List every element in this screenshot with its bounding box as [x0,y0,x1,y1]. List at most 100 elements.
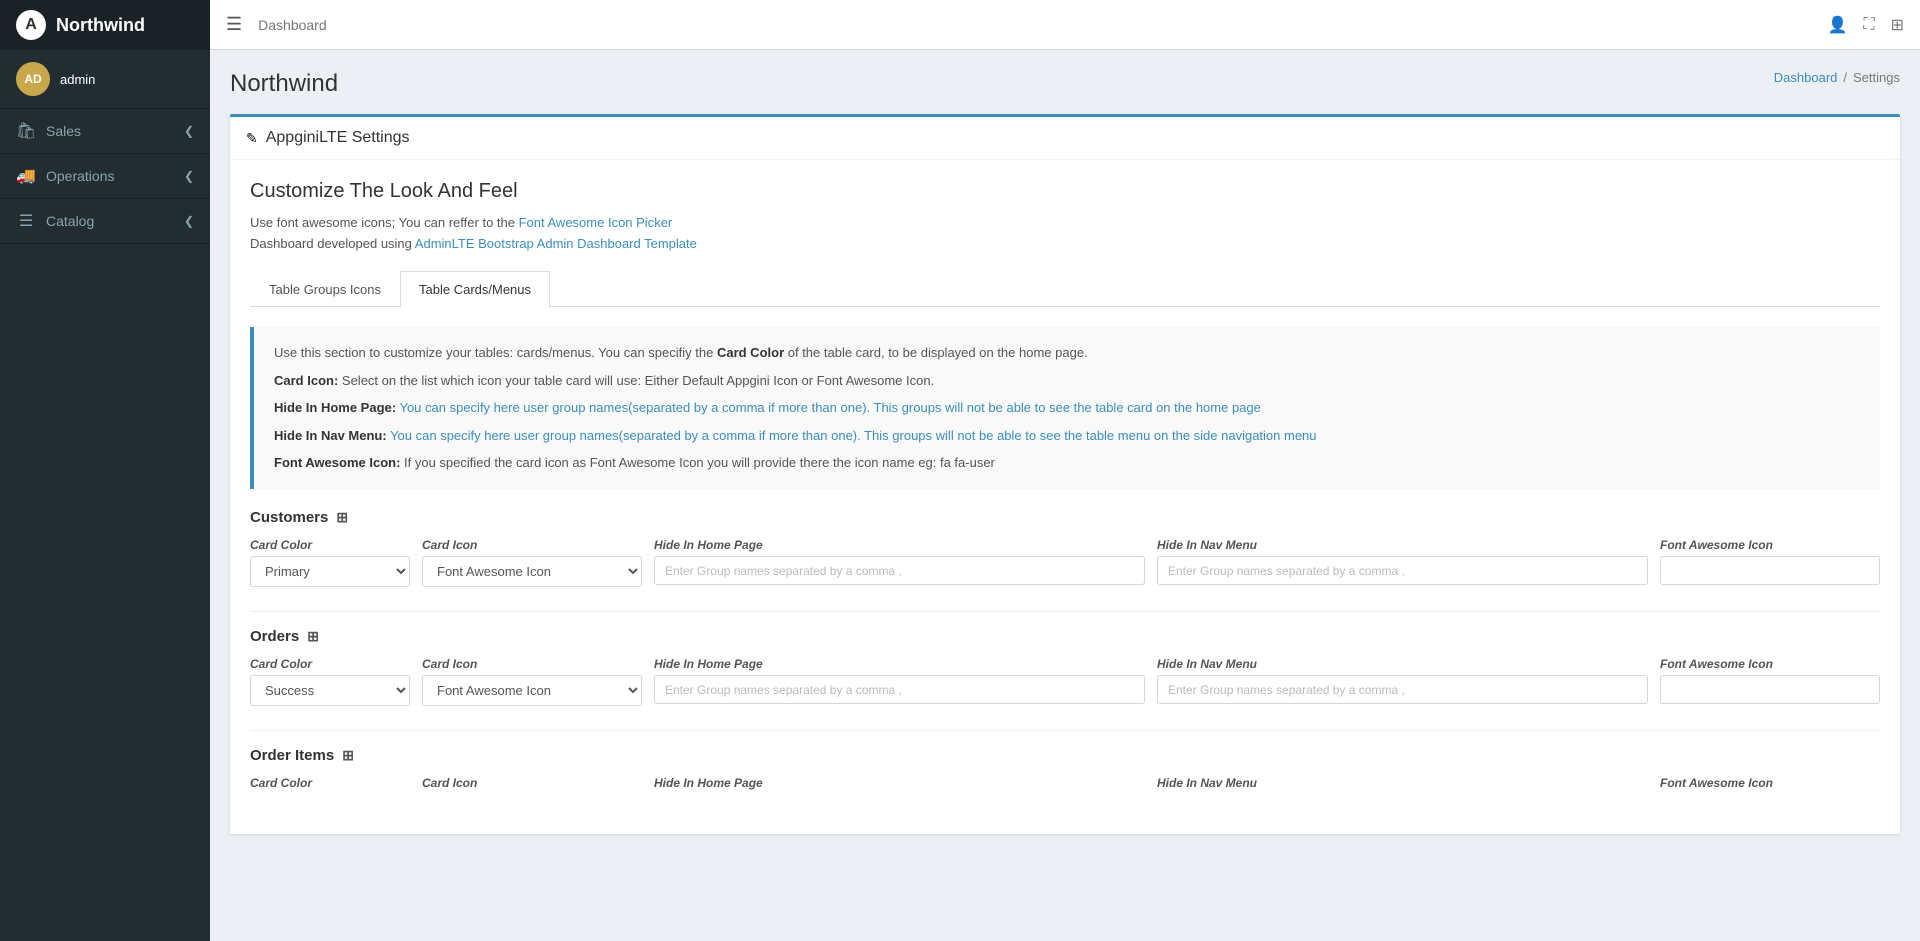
order-items-title: Order Items ⊞ [250,747,1880,764]
tabs: Table Groups Icons Table Cards/Menus [250,271,1880,307]
catalog-icon: ☰ [16,211,36,231]
main: ☰ Dashboard 👤 ⛶ ⊞ Northwind Dashboard / … [210,0,1920,941]
sidebar-item-sales[interactable]: 🛍 Sales ❮ [0,109,210,154]
info-line-2: Card Icon: Select on the list which icon… [274,371,1860,391]
content-area: Northwind Dashboard / Settings ✎ Appgini… [210,50,1920,941]
orders-hide-home-input[interactable] [654,675,1145,704]
desc-adminlte: Dashboard developed using AdminLTE Boots… [250,236,1880,251]
table-grid-icon: ⊞ [342,747,354,764]
sales-icon: 🛍 [16,121,36,141]
customers-form-row: Card Color Primary Success Warning Dange… [250,538,1880,587]
tab-table-groups-icons[interactable]: Table Groups Icons [250,271,400,307]
card-body: Customize The Look And Feel Use font awe… [230,160,1900,834]
orders-hide-nav-group: Hide In Nav Menu [1157,657,1648,704]
sidebar-item-operations[interactable]: 🚚 Operations ❮ [0,154,210,199]
info-line-5: Font Awesome Icon: If you specified the … [274,453,1860,473]
chevron-left-icon: ❮ [184,124,194,138]
desc-font-awesome: Use font awesome icons; You can reffer t… [250,215,1880,230]
hide-home-label: Hide In Home Page [654,657,1145,671]
card-icon-label: Card Icon [422,657,642,671]
breadcrumb-separator: / [1843,70,1847,85]
orders-section: Orders ⊞ Card Color Primary Success Warn… [250,628,1880,706]
orders-card-icon-select[interactable]: Font Awesome Icon Default Appgini Icon [422,675,642,706]
order-items-header-row: Card Color Card Icon Hide In Home Page H… [250,776,1880,790]
card-color-label: Card Color [250,657,410,671]
sidebar-item-label: Operations [46,168,114,184]
sidebar-item-label: Catalog [46,213,94,229]
hide-nav-label: Hide In Nav Menu [1157,657,1648,671]
info-line-1: Use this section to customize your table… [274,343,1860,363]
customers-card-color-group: Card Color Primary Success Warning Dange… [250,538,410,587]
app-logo: A [16,10,46,40]
page-title: Northwind [230,70,338,98]
hide-nav-label: Hide In Nav Menu [1157,538,1648,552]
username: admin [60,72,95,87]
card-icon-label: Card Icon [422,776,642,790]
customers-card-color-select[interactable]: Primary Success Warning Danger Info Defa… [250,556,410,587]
breadcrumb-home[interactable]: Dashboard [1774,70,1838,85]
orders-font-awesome-input[interactable]: fa fa-truck [1660,675,1880,704]
customers-font-awesome-input[interactable]: fa fa-users [1660,556,1880,585]
card-color-label: Card Color [250,538,410,552]
orders-font-awesome-group: Font Awesome Icon fa fa-truck [1660,657,1880,704]
page-header: Northwind Dashboard / Settings [230,70,1900,98]
app-title: Northwind [56,15,145,36]
customers-hide-nav-input[interactable] [1157,556,1648,585]
font-awesome-col-label: Font Awesome Icon [1660,657,1880,671]
font-awesome-col-label: Font Awesome Icon [1660,776,1880,790]
sidebar-nav: 🛍 Sales ❮ 🚚 Operations ❮ ☰ Catalog ❮ [0,109,210,941]
hide-home-label: Hide In Home Page [654,776,1145,790]
sidebar: A Northwind AD admin 🛍 Sales ❮ 🚚 Operati… [0,0,210,941]
orders-title: Orders ⊞ [250,628,1880,645]
grid-icon[interactable]: ⊞ [1891,15,1904,35]
orders-card-icon-group: Card Icon Font Awesome Icon Default Appg… [422,657,642,706]
orders-form-row: Card Color Primary Success Warning Dange… [250,657,1880,706]
customers-hide-nav-group: Hide In Nav Menu [1157,538,1648,585]
operations-icon: 🚚 [16,166,36,186]
orders-hide-nav-input[interactable] [1157,675,1648,704]
font-awesome-col-label: Font Awesome Icon [1660,538,1880,552]
topbar: ☰ Dashboard 👤 ⛶ ⊞ [210,0,1920,50]
breadcrumb: Dashboard / Settings [1774,70,1900,85]
hide-home-label: Hide In Home Page [654,538,1145,552]
orders-card-color-group: Card Color Primary Success Warning Dange… [250,657,410,706]
expand-icon[interactable]: ⛶ [1863,16,1874,34]
sidebar-item-label: Sales [46,123,81,139]
hide-nav-label: Hide In Nav Menu [1157,776,1648,790]
chevron-left-icon: ❮ [184,169,194,183]
customers-title: Customers ⊞ [250,509,1880,526]
user-icon[interactable]: 👤 [1827,15,1847,35]
hamburger-icon[interactable]: ☰ [226,14,242,35]
customers-card-icon-select[interactable]: Font Awesome Icon Default Appgini Icon [422,556,642,587]
settings-card: ✎ AppginiLTE Settings Customize The Look… [230,114,1900,834]
table-grid-icon: ⊞ [307,628,319,645]
topbar-title: Dashboard [258,17,327,33]
section-title: Customize The Look And Feel [250,180,1880,203]
card-icon-label: Card Icon [422,538,642,552]
table-grid-icon: ⊞ [336,509,348,526]
customers-card-icon-group: Card Icon Font Awesome Icon Default Appg… [422,538,642,587]
card-color-label: Card Color [250,776,410,790]
order-items-section: Order Items ⊞ Card Color Card Icon Hide … [250,747,1880,790]
card-header-title: AppginiLTE Settings [266,129,410,147]
adminlte-link[interactable]: AdminLTE Bootstrap Admin Dashboard Templ… [415,236,697,251]
orders-hide-home-group: Hide In Home Page [654,657,1145,704]
customers-hide-home-input[interactable] [654,556,1145,585]
info-line-3: Hide In Home Page: You can specify here … [274,398,1860,418]
avatar: AD [16,62,50,96]
info-line-4: Hide In Nav Menu: You can specify here u… [274,426,1860,446]
breadcrumb-current: Settings [1853,70,1900,85]
customers-section: Customers ⊞ Card Color Primary Success W… [250,509,1880,587]
font-awesome-link[interactable]: Font Awesome Icon Picker [519,215,673,230]
edit-icon: ✎ [246,130,258,147]
orders-card-color-select[interactable]: Primary Success Warning Danger Info Defa… [250,675,410,706]
tab-table-cards-menus[interactable]: Table Cards/Menus [400,271,550,307]
customers-font-awesome-group: Font Awesome Icon fa fa-users [1660,538,1880,585]
sidebar-item-catalog[interactable]: ☰ Catalog ❮ [0,199,210,244]
info-box: Use this section to customize your table… [250,327,1880,489]
sidebar-header: A Northwind [0,0,210,50]
card-header: ✎ AppginiLTE Settings [230,117,1900,160]
chevron-left-icon: ❮ [184,214,194,228]
customers-hide-home-group: Hide In Home Page [654,538,1145,585]
user-section: AD admin [0,50,210,109]
